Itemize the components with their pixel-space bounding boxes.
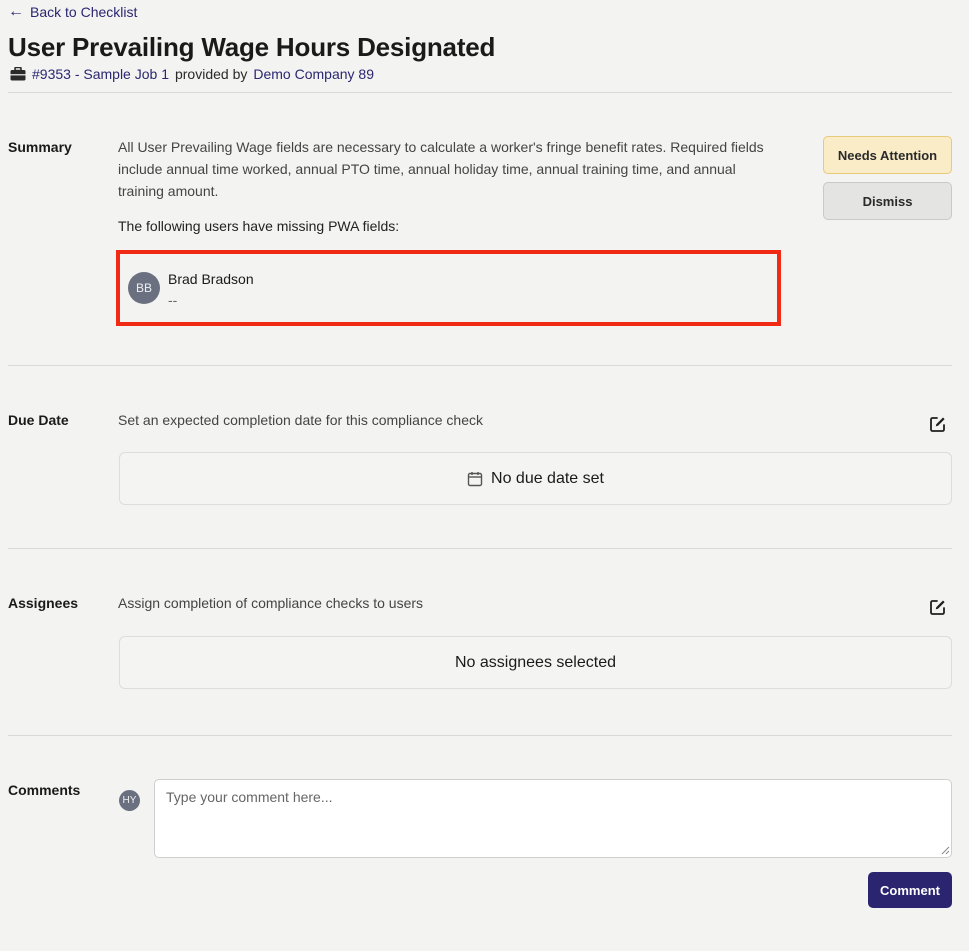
avatar: HY — [119, 790, 140, 811]
comment-input[interactable] — [154, 779, 952, 858]
comment-submit-button[interactable]: Comment — [868, 872, 952, 908]
comments-label: Comments — [8, 782, 81, 798]
missing-user-item: BB Brad Bradson -- — [116, 250, 781, 326]
assignees-divider — [8, 735, 952, 736]
edit-due-date-icon[interactable] — [929, 415, 947, 433]
due-date-divider — [8, 548, 952, 549]
due-date-description: Set an expected completion date for this… — [118, 412, 483, 428]
back-to-checklist-link[interactable]: ← Back to Checklist — [8, 3, 138, 21]
job-link[interactable]: #9353 - Sample Job 1 — [32, 66, 169, 82]
briefcase-icon — [10, 67, 26, 81]
resize-grip-icon[interactable] — [941, 846, 950, 855]
page-title: User Prevailing Wage Hours Designated — [8, 32, 496, 62]
summary-label: Summary — [8, 139, 72, 155]
summary-description: All User Prevailing Wage fields are nece… — [118, 139, 764, 199]
missing-fields-label: The following users have missing PWA fie… — [118, 218, 400, 234]
assignees-label: Assignees — [8, 595, 79, 611]
due-date-box[interactable]: No due date set — [119, 452, 952, 505]
dismiss-button[interactable]: Dismiss — [823, 182, 952, 220]
due-date-label: Due Date — [8, 412, 69, 428]
job-subtitle: #9353 - Sample Job 1 provided by Demo Co… — [10, 66, 374, 82]
user-detail: -- — [168, 292, 178, 308]
arrow-left-icon: ← — [8, 3, 24, 20]
avatar: BB — [128, 272, 160, 304]
needs-attention-button[interactable]: Needs Attention — [823, 136, 952, 174]
assignees-box[interactable]: No assignees selected — [119, 636, 952, 689]
header-divider — [8, 92, 952, 93]
back-link-label: Back to Checklist — [30, 4, 138, 20]
assignees-empty-text: No assignees selected — [455, 653, 616, 671]
company-link[interactable]: Demo Company 89 — [253, 66, 374, 82]
edit-assignees-icon[interactable] — [929, 598, 947, 616]
calendar-icon — [467, 471, 483, 486]
user-name: Brad Bradson — [168, 271, 254, 287]
assignees-description: Assign completion of compliance checks t… — [118, 595, 424, 611]
due-date-empty-text: No due date set — [491, 469, 604, 487]
provided-by-text: provided by — [174, 66, 248, 82]
summary-divider — [8, 365, 952, 366]
